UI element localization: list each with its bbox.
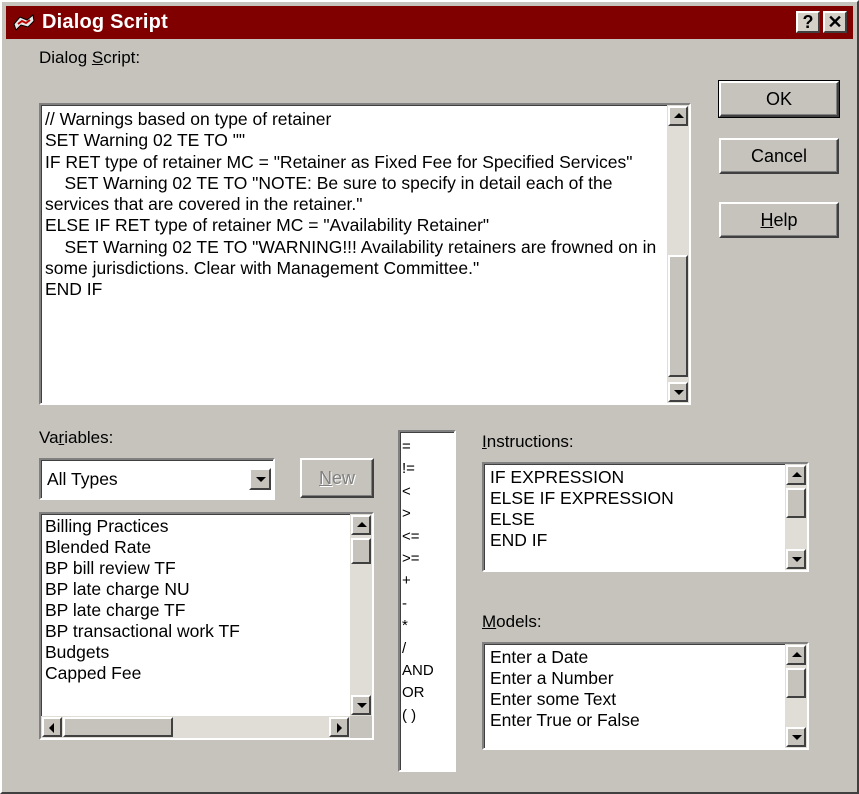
- variable-item[interactable]: BP late charge NU: [45, 579, 346, 600]
- operator-item[interactable]: OR: [402, 682, 434, 704]
- variables-vscroll[interactable]: [350, 514, 372, 716]
- help-question-button[interactable]: ?: [796, 11, 820, 33]
- instructions-list[interactable]: IF EXPRESSION ELSE IF EXPRESSION ELSE END I…: [482, 462, 809, 572]
- script-vscroll[interactable]: [667, 105, 689, 403]
- models-list[interactable]: Enter a Date Enter a Number Enter some Tex…: [482, 642, 809, 750]
- help-button[interactable]: Help: [719, 202, 839, 238]
- variable-item[interactable]: Budgets: [45, 642, 346, 663]
- script-editor[interactable]: // Warnings based on type of retainer SE…: [39, 103, 691, 405]
- dialog-script-label: Dialog Script:: [39, 48, 141, 67]
- scroll-thumb[interactable]: [668, 255, 688, 377]
- scroll-up-button[interactable]: [351, 515, 371, 535]
- title-bar[interactable]: Dialog Script ? ✕: [6, 6, 853, 39]
- scroll-thumb[interactable]: [786, 488, 806, 518]
- scroll-thumb[interactable]: [63, 717, 173, 737]
- operator-item[interactable]: >=: [402, 548, 434, 570]
- operator-item[interactable]: =: [402, 436, 434, 458]
- scroll-down-button[interactable]: [786, 727, 806, 747]
- scroll-thumb[interactable]: [351, 538, 371, 564]
- scroll-down-button[interactable]: [668, 382, 688, 402]
- script-text[interactable]: // Warnings based on type of retainer SE…: [45, 109, 663, 301]
- scroll-up-button[interactable]: [786, 465, 806, 485]
- operator-item[interactable]: <: [402, 481, 434, 503]
- variables-label: Variables:: [39, 428, 114, 447]
- operators-list[interactable]: = != < > <= >= + - * / AND OR( ): [398, 430, 456, 772]
- scroll-right-button[interactable]: [329, 717, 349, 737]
- variable-item[interactable]: Billing Practices: [45, 516, 346, 537]
- models-label: Models:: [482, 612, 542, 631]
- variable-type-select[interactable]: All Types: [39, 458, 275, 500]
- variables-list[interactable]: Billing Practices Blended Rate BP bill rev…: [39, 512, 374, 740]
- variables-hscroll[interactable]: [41, 716, 350, 738]
- scroll-thumb[interactable]: [786, 668, 806, 698]
- instruction-item[interactable]: IF EXPRESSION: [490, 467, 781, 488]
- instructions-label: Instructions:: [482, 432, 574, 451]
- ok-button[interactable]: OK: [718, 80, 840, 118]
- operator-item[interactable]: AND: [402, 660, 434, 682]
- operator-item[interactable]: /: [402, 638, 434, 660]
- cancel-button[interactable]: Cancel: [719, 138, 839, 174]
- new-variable-button[interactable]: New: [300, 458, 374, 498]
- variable-item[interactable]: Capped Fee: [45, 663, 346, 684]
- instruction-item[interactable]: END IF: [490, 530, 781, 551]
- chevron-down-icon[interactable]: [249, 468, 271, 490]
- variable-item[interactable]: BP bill review TF: [45, 558, 346, 579]
- scroll-down-button[interactable]: [786, 549, 806, 569]
- operator-item[interactable]: !=: [402, 458, 434, 480]
- instruction-item[interactable]: ELSE IF EXPRESSION: [490, 488, 781, 509]
- operator-item[interactable]: >: [402, 503, 434, 525]
- variable-item[interactable]: BP late charge TF: [45, 600, 346, 621]
- scroll-left-button[interactable]: [42, 717, 62, 737]
- operator-item[interactable]: *: [402, 615, 434, 637]
- model-item[interactable]: Enter a Number: [490, 668, 781, 689]
- instruction-item[interactable]: ELSE: [490, 509, 781, 530]
- variable-item[interactable]: BP transactional work TF: [45, 621, 346, 642]
- model-item[interactable]: Enter True or False: [490, 710, 781, 731]
- scroll-up-button[interactable]: [668, 106, 688, 126]
- scroll-up-button[interactable]: [786, 645, 806, 665]
- operator-item[interactable]: <=: [402, 526, 434, 548]
- close-button[interactable]: ✕: [823, 11, 847, 33]
- window-title: Dialog Script: [42, 11, 168, 33]
- model-item[interactable]: Enter some Text: [490, 689, 781, 710]
- models-vscroll[interactable]: [785, 644, 807, 748]
- operator-item[interactable]: -: [402, 593, 434, 615]
- app-icon: [13, 14, 35, 31]
- dialog-window: Dialog Script ? ✕ Dialog Script: // Warn…: [0, 0, 859, 794]
- operator-item[interactable]: ( ): [402, 705, 434, 727]
- scroll-down-button[interactable]: [351, 695, 371, 715]
- instructions-vscroll[interactable]: [785, 464, 807, 570]
- model-item[interactable]: Enter a Date: [490, 647, 781, 668]
- variable-item[interactable]: Blended Rate: [45, 537, 346, 558]
- operator-item[interactable]: +: [402, 570, 434, 592]
